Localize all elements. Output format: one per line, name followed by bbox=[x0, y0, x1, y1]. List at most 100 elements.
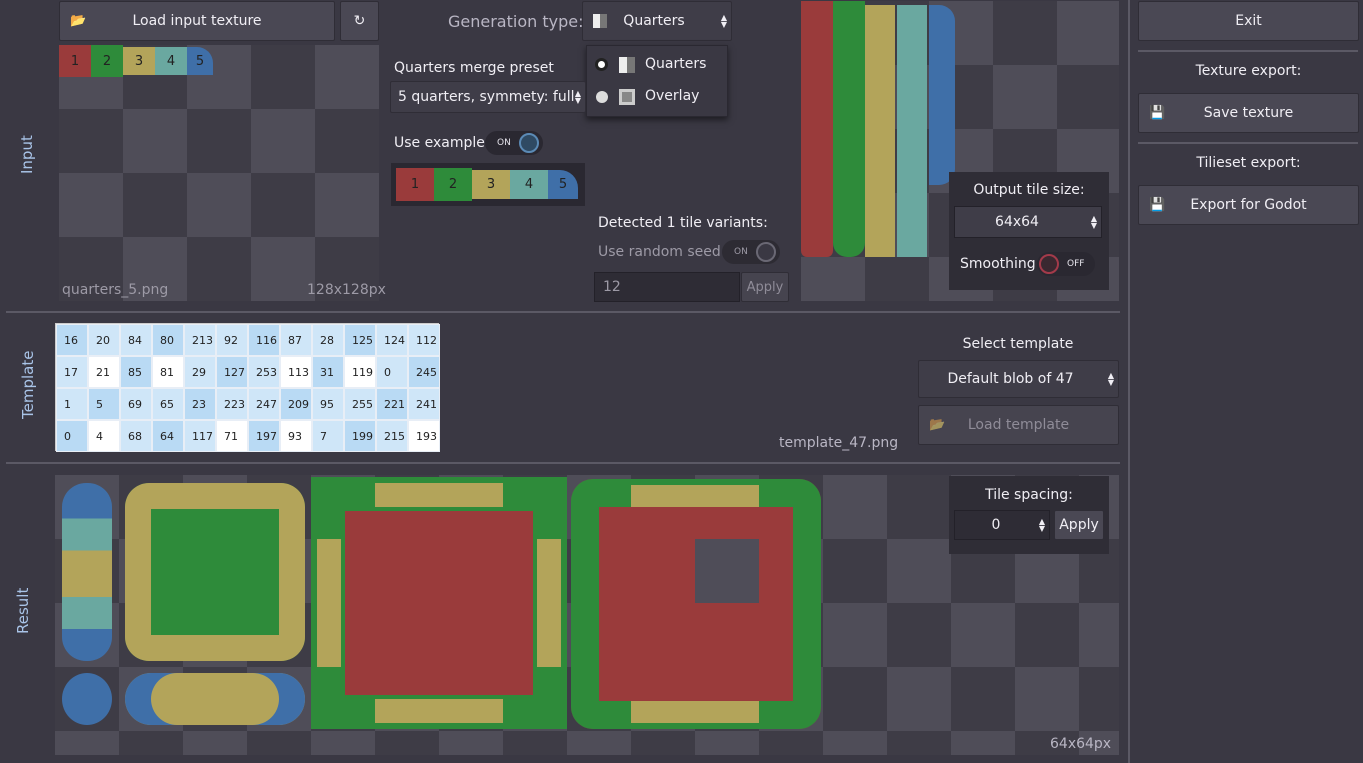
smoothing-toggle[interactable]: OFF bbox=[1037, 252, 1095, 276]
reload-icon: ↻ bbox=[353, 13, 366, 29]
input-tile-3: 3 bbox=[123, 47, 155, 75]
detected-variants-label: Detected 1 tile variants: bbox=[598, 215, 768, 231]
template-cell: 0 bbox=[56, 420, 88, 452]
merge-preset-select[interactable]: 5 quarters, symmety: full ▲ ▼ bbox=[390, 81, 586, 113]
select-arrows-icon: ▲ ▼ bbox=[1090, 214, 1097, 230]
exit-button[interactable]: Exit bbox=[1138, 1, 1359, 41]
generation-type-value: Quarters bbox=[623, 13, 685, 29]
template-cell-value: 193 bbox=[416, 430, 437, 443]
template-select[interactable]: Default blob of 47 ▲ ▼ bbox=[918, 360, 1119, 398]
separator bbox=[1128, 0, 1130, 763]
result-blob bbox=[375, 483, 503, 507]
preview-blue-column bbox=[929, 5, 955, 185]
example-preview: 1 2 3 4 5 bbox=[391, 163, 585, 206]
template-cell: 87 bbox=[280, 324, 312, 356]
output-tile-size-select[interactable]: 64x64 ▲ ▼ bbox=[954, 206, 1102, 238]
template-cell: 29 bbox=[184, 356, 216, 388]
result-blob bbox=[537, 539, 561, 667]
template-cell-value: 29 bbox=[192, 366, 206, 379]
example-tile-1: 1 bbox=[396, 168, 434, 201]
template-cell-value: 17 bbox=[64, 366, 78, 379]
generation-type-select[interactable]: Quarters ▲ ▼ bbox=[582, 1, 732, 41]
template-cell: 117 bbox=[184, 420, 216, 452]
option-overlay[interactable]: Overlay bbox=[587, 82, 727, 112]
save-icon: 💾 bbox=[1149, 105, 1166, 121]
spin-arrows-icon[interactable]: ▲ ▼ bbox=[1039, 518, 1045, 533]
output-preview-tiles bbox=[801, 1, 961, 259]
template-cell: 7 bbox=[312, 420, 344, 452]
template-cell: 247 bbox=[248, 388, 280, 420]
save-texture-label: Save texture bbox=[1203, 105, 1294, 121]
load-input-texture-label: Load input texture bbox=[132, 13, 262, 29]
quarters-icon bbox=[619, 57, 635, 73]
texture-export-label: Texture export: bbox=[1195, 63, 1302, 79]
generation-type-dropdown: Quarters Overlay bbox=[586, 45, 728, 117]
template-cell-value: 16 bbox=[64, 334, 78, 347]
template-cell: 93 bbox=[280, 420, 312, 452]
template-cell: 71 bbox=[216, 420, 248, 452]
seed-apply-button[interactable]: Apply bbox=[741, 272, 789, 302]
option-quarters[interactable]: Quarters bbox=[587, 50, 727, 80]
template-cell: 1 bbox=[56, 388, 88, 420]
template-cell: 64 bbox=[152, 420, 184, 452]
template-cell-value: 81 bbox=[160, 366, 174, 379]
tile-spacing-panel: Tile spacing: 0 ▲ ▼ Apply bbox=[949, 476, 1109, 554]
reload-button[interactable]: ↻ bbox=[340, 1, 379, 41]
select-arrows-icon: ▲ ▼ bbox=[720, 13, 727, 29]
load-template-button[interactable]: 📂 Load template bbox=[918, 405, 1119, 445]
result-blob bbox=[311, 477, 567, 729]
template-cell-value: 93 bbox=[288, 430, 302, 443]
template-cell-value: 21 bbox=[96, 366, 110, 379]
template-cell-value: 64 bbox=[160, 430, 174, 443]
template-cell: 124 bbox=[376, 324, 408, 356]
separator bbox=[6, 311, 1120, 313]
result-blob bbox=[62, 483, 112, 661]
input-tile-5: 5 bbox=[187, 47, 213, 75]
tile-spacing-apply-button[interactable]: Apply bbox=[1054, 510, 1104, 540]
template-cell-value: 112 bbox=[416, 334, 437, 347]
template-cell-value: 119 bbox=[352, 366, 373, 379]
template-cell-value: 23 bbox=[192, 398, 206, 411]
template-cell: 199 bbox=[344, 420, 376, 452]
template-cell: 65 bbox=[152, 388, 184, 420]
template-select-value: Default blob of 47 bbox=[947, 371, 1074, 387]
template-cell-value: 80 bbox=[160, 334, 174, 347]
export-godot-button[interactable]: 💾 Export for Godot bbox=[1138, 185, 1359, 225]
template-preview: 16 20 84 80 213 92 116 87 28 125 124 112 17 21 85 81 29 1… bbox=[55, 323, 440, 452]
preview-teal-column bbox=[897, 5, 927, 257]
template-cell: 23 bbox=[184, 388, 216, 420]
template-cell: 241 bbox=[408, 388, 440, 420]
save-texture-button[interactable]: 💾 Save texture bbox=[1138, 93, 1359, 133]
example-tile-3: 3 bbox=[472, 170, 510, 199]
smoothing-label: Smoothing bbox=[960, 256, 1036, 272]
merge-preset-value: 5 quarters, symmety: full bbox=[398, 89, 575, 105]
random-seed-toggle[interactable]: ON bbox=[722, 240, 780, 264]
input-file-size: 128x128px bbox=[307, 282, 386, 298]
template-cell-value: 113 bbox=[288, 366, 309, 379]
template-cell: 209 bbox=[280, 388, 312, 420]
generation-type-label: Generation type: bbox=[448, 12, 584, 31]
template-cell: 193 bbox=[408, 420, 440, 452]
template-cell: 31 bbox=[312, 356, 344, 388]
result-blob bbox=[695, 539, 759, 603]
template-cell-value: 31 bbox=[320, 366, 334, 379]
input-tiles-strip: 1 2 3 4 5 bbox=[59, 45, 219, 77]
template-cell: 125 bbox=[344, 324, 376, 356]
use-example-toggle[interactable]: ON bbox=[485, 131, 543, 155]
input-texture-preview bbox=[59, 45, 379, 301]
template-cell: 20 bbox=[88, 324, 120, 356]
seed-input[interactable]: 12 bbox=[594, 272, 740, 302]
template-cell-value: 223 bbox=[224, 398, 245, 411]
separator bbox=[1138, 50, 1358, 52]
template-cell: 215 bbox=[376, 420, 408, 452]
template-cell: 84 bbox=[120, 324, 152, 356]
preview-green-column bbox=[833, 1, 865, 257]
template-cell-value: 221 bbox=[384, 398, 405, 411]
tile-spacing-input[interactable]: 0 ▲ ▼ bbox=[954, 510, 1050, 540]
radio-selected-icon bbox=[595, 58, 608, 71]
result-blob bbox=[125, 483, 305, 661]
template-grid: 16 20 84 80 213 92 116 87 28 125 124 112 17 21 85 81 29 1… bbox=[56, 324, 440, 452]
load-input-texture-button[interactable]: 📂 Load input texture bbox=[59, 1, 335, 41]
template-cell-value: 7 bbox=[320, 430, 327, 443]
template-cell: 80 bbox=[152, 324, 184, 356]
